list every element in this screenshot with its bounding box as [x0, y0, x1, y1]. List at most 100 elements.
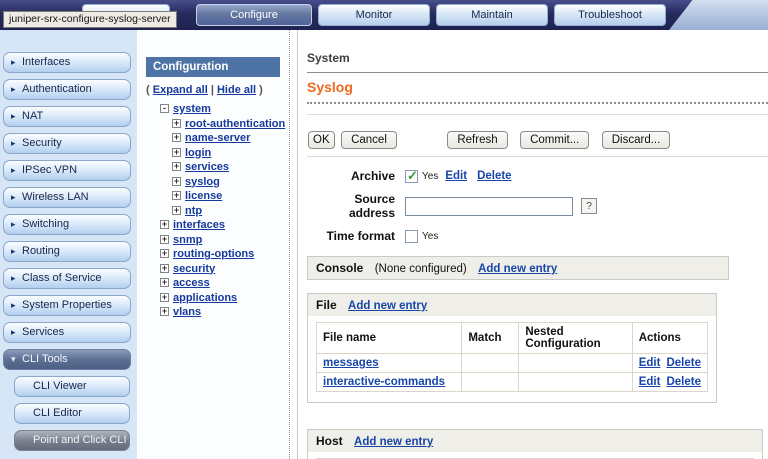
commit-button[interactable]: Commit...	[520, 131, 589, 149]
nested-cell	[519, 354, 632, 373]
tree-node-applications[interactable]: applications	[173, 292, 237, 304]
paren: (	[146, 84, 150, 96]
tree-node-snmp[interactable]: snmp	[173, 234, 202, 246]
expand-icon[interactable]: +	[172, 177, 181, 186]
tree-node-license[interactable]: license	[185, 190, 222, 202]
tree-row: + login	[146, 146, 289, 161]
tab-troubleshoot[interactable]: Troubleshoot	[554, 4, 666, 26]
tree-node-syslog[interactable]: syslog	[185, 176, 220, 188]
console-add-new-entry-link[interactable]: Add new entry	[478, 263, 557, 275]
chevron-right-icon: ▸	[11, 242, 16, 261]
archive-label: Archive	[307, 169, 395, 183]
sidebar-item-label: Security	[22, 137, 62, 149]
refresh-button[interactable]: Refresh	[447, 131, 507, 149]
expand-icon[interactable]: +	[172, 162, 181, 171]
tree-node-interfaces[interactable]: interfaces	[173, 219, 225, 231]
expand-icon[interactable]: +	[160, 220, 169, 229]
file-table-header-row: File name Match Nested Configuration Act…	[317, 323, 708, 354]
sidebar-item-class-of-service[interactable]: ▸Class of Service	[3, 268, 131, 289]
divider	[307, 114, 768, 115]
edit-link[interactable]: Edit	[639, 357, 661, 369]
sidebar-item-wireless-lan[interactable]: ▸Wireless LAN	[3, 187, 131, 208]
sidebar-item-interfaces[interactable]: ▸ Interfaces	[3, 52, 131, 73]
expand-icon[interactable]: +	[172, 148, 181, 157]
expand-icon[interactable]: +	[172, 133, 181, 142]
tree-node-services[interactable]: services	[185, 161, 229, 173]
expand-icon[interactable]: +	[160, 293, 169, 302]
tree-row: + applications	[146, 291, 289, 306]
file-add-new-entry-link[interactable]: Add new entry	[348, 300, 427, 312]
file-messages-link[interactable]: messages	[323, 357, 379, 369]
tree-node-root-authentication[interactable]: root-authentication	[185, 118, 285, 130]
left-sidebar: ▸Interfaces ▸Authentication ▸NAT ▸Securi…	[0, 30, 137, 459]
tree-node-login[interactable]: login	[185, 147, 211, 159]
sidebar-item-security[interactable]: ▸ Security	[3, 133, 131, 154]
archive-checkbox[interactable]	[405, 170, 418, 183]
sidebar-item-services[interactable]: ▸Services	[3, 322, 131, 343]
tree-node-access[interactable]: access	[173, 277, 210, 289]
sidebar-item-authentication[interactable]: ▸Authentication	[3, 79, 131, 100]
expand-icon[interactable]: +	[160, 307, 169, 316]
expand-icon[interactable]: +	[172, 119, 181, 128]
sidebar-item-label: Authentication	[22, 83, 92, 95]
expand-icon[interactable]: +	[172, 191, 181, 200]
chevron-down-icon: ▾	[11, 350, 16, 369]
expand-all-link[interactable]: Expand all	[153, 84, 208, 96]
expand-icon[interactable]: +	[160, 249, 169, 258]
tree-row: + ntp	[146, 204, 289, 219]
expand-icon[interactable]: +	[160, 278, 169, 287]
ok-button[interactable]: OK	[308, 131, 335, 149]
sidebar-item-cli-tools[interactable]: ▾CLI Tools	[3, 349, 131, 370]
sidebar-item-ipsec-vpn[interactable]: ▸IPSec VPN	[3, 160, 131, 181]
sidebar-item-label: Interfaces	[22, 56, 70, 68]
tree-node-name-server[interactable]: name-server	[185, 132, 250, 144]
delete-link[interactable]: Delete	[666, 376, 701, 388]
source-address-input[interactable]	[405, 197, 573, 216]
discard-button[interactable]: Discard...	[602, 131, 671, 149]
tree-node-security[interactable]: security	[173, 263, 215, 275]
cancel-button[interactable]: Cancel	[341, 131, 397, 149]
tree-row: + snmp	[146, 233, 289, 248]
sidebar-item-label: IPSec VPN	[22, 164, 77, 176]
expand-icon[interactable]: +	[160, 235, 169, 244]
chevron-right-icon: ▸	[11, 107, 16, 126]
tree-row: + vlans	[146, 305, 289, 320]
sidebar-item-system-properties[interactable]: ▸System Properties	[3, 295, 131, 316]
actions-header: Actions	[632, 323, 707, 354]
tree-node-ntp[interactable]: ntp	[185, 205, 202, 217]
tree-node-system[interactable]: system	[173, 103, 211, 115]
chevron-right-icon: ▸	[11, 53, 16, 72]
delete-link[interactable]: Delete	[666, 357, 701, 369]
file-interactive-commands-link[interactable]: interactive-commands	[323, 376, 445, 388]
tab-maintain[interactable]: Maintain	[436, 4, 548, 26]
host-add-new-entry-link[interactable]: Add new entry	[354, 436, 433, 448]
time-format-row: Time format Yes	[307, 229, 768, 243]
divider	[307, 72, 768, 73]
archive-delete-link[interactable]: Delete	[477, 170, 512, 182]
console-status: (None configured)	[375, 263, 467, 275]
sidebar-item-cli-viewer[interactable]: CLI Viewer	[14, 376, 130, 397]
tree-row: + license	[146, 189, 289, 204]
archive-edit-link[interactable]: Edit	[445, 170, 467, 182]
hide-all-link[interactable]: Hide all	[217, 84, 256, 96]
sidebar-item-nat[interactable]: ▸NAT	[3, 106, 131, 127]
expand-icon[interactable]: +	[172, 206, 181, 215]
chevron-right-icon: ▸	[11, 134, 16, 153]
tree-node-vlans[interactable]: vlans	[173, 306, 201, 318]
collapse-icon[interactable]: -	[160, 104, 169, 113]
edit-link[interactable]: Edit	[639, 376, 661, 388]
time-format-checkbox[interactable]	[405, 230, 418, 243]
tree-node-routing-options[interactable]: routing-options	[173, 248, 254, 260]
sidebar-item-routing[interactable]: ▸Routing	[3, 241, 131, 262]
sidebar-item-label: Class of Service	[22, 272, 101, 284]
tab-configure[interactable]: Configure	[196, 4, 312, 26]
chevron-right-icon: ▸	[11, 323, 16, 342]
expand-icon[interactable]: +	[160, 264, 169, 273]
sidebar-item-switching[interactable]: ▸Switching	[3, 214, 131, 235]
chevron-right-icon: ▸	[11, 188, 16, 207]
sidebar-item-cli-editor[interactable]: CLI Editor	[14, 403, 130, 424]
archive-row: Archive Yes Edit Delete	[307, 169, 768, 183]
help-button[interactable]: ?	[581, 198, 597, 214]
sidebar-item-point-and-click-cli[interactable]: Point and Click CLI	[14, 430, 130, 451]
tab-monitor[interactable]: Monitor	[318, 4, 430, 26]
